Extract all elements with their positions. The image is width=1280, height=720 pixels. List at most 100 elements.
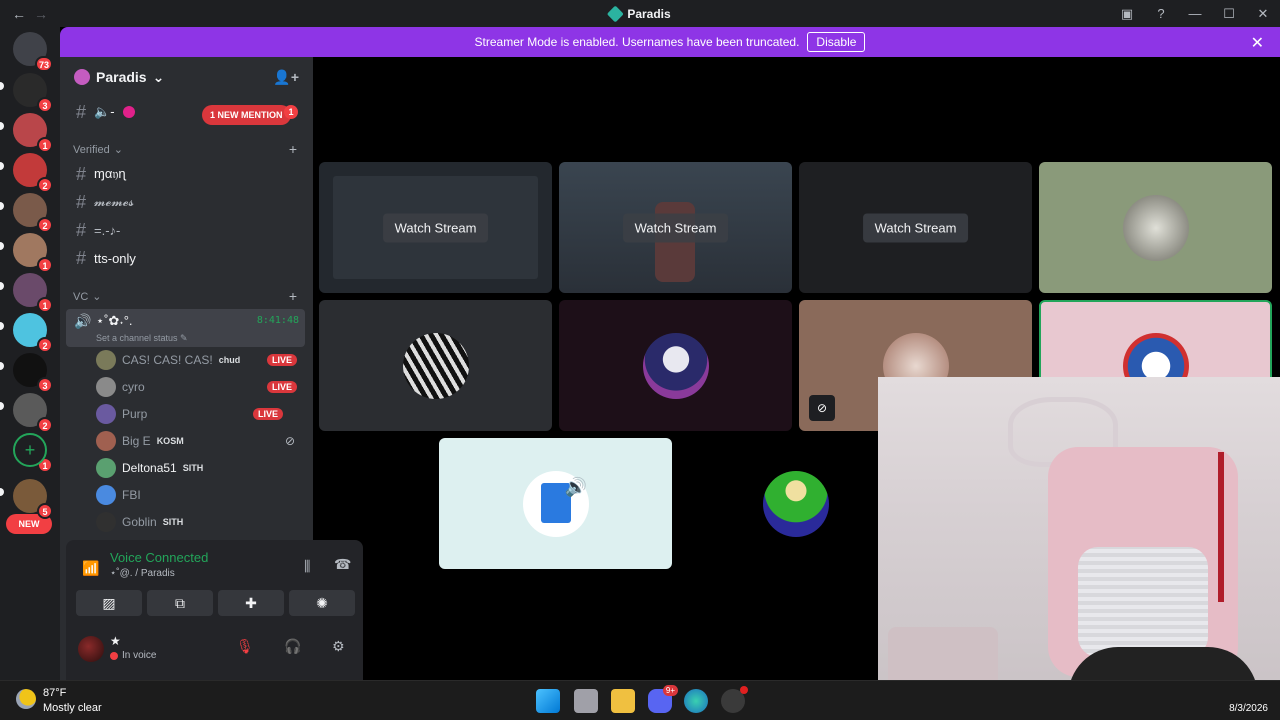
voice-member[interactable]: Purp LIVE <box>96 403 305 425</box>
emoji-icon <box>122 106 135 118</box>
avatar[interactable] <box>78 636 104 662</box>
streamer-mode-banner: Streamer Mode is enabled. Usernames have… <box>60 27 1280 57</box>
voice-member[interactable]: Goblin SITH <box>96 511 305 533</box>
invite-people-icon[interactable]: 👤+ <box>273 69 299 86</box>
voice-member[interactable]: CAS! CAS! CAS! chud LIVE <box>96 349 305 371</box>
channel-verified-2[interactable]: # 𝓶𝓮𝓶𝓮𝓼 <box>68 189 305 215</box>
soundboard-icon[interactable]: ✺ <box>289 590 355 616</box>
maximize-icon[interactable]: ☐ <box>1212 6 1246 22</box>
server-icon-12[interactable]: 5 <box>13 479 53 519</box>
wall-strip <box>1218 452 1224 602</box>
edge-browser-icon[interactable] <box>684 689 708 713</box>
unread-pill <box>0 162 4 170</box>
avatar <box>96 431 116 451</box>
channel-verified-1[interactable]: # ɱα𝔶ɳ <box>68 161 305 187</box>
channel-status[interactable]: Set a channel status ✎ <box>96 333 188 344</box>
voice-member[interactable]: Deltona51 SITH <box>96 457 305 479</box>
live-badge[interactable]: LIVE <box>266 354 297 366</box>
app-icon[interactable] <box>721 686 748 713</box>
voice-channel[interactable]: 🔊 ⋆˚✿˖°. 8:41:48 Set a channel status ✎ <box>66 309 305 347</box>
screen-share-icon[interactable]: ⧉ <box>147 590 213 616</box>
voice-member[interactable]: Big E KOSM ⊘ <box>96 430 305 452</box>
disconnect-icon[interactable]: ☎ <box>334 556 351 573</box>
help-icon[interactable]: ? <box>1144 6 1178 21</box>
live-badge[interactable]: LIVE <box>266 381 297 393</box>
close-icon[interactable]: ✕ <box>1246 6 1280 22</box>
server-icon-1[interactable]: 73 <box>13 32 53 72</box>
watch-stream-button[interactable]: Watch Stream <box>622 213 729 242</box>
unread-pill <box>0 202 4 210</box>
add-channel-icon[interactable]: + <box>289 141 297 157</box>
voice-member[interactable]: cyro LIVE <box>96 376 305 398</box>
participant-tile[interactable] <box>1039 162 1272 293</box>
user-name: ★ <box>110 634 121 648</box>
weather-icon[interactable] <box>16 689 36 709</box>
watch-stream-button[interactable]: Watch Stream <box>862 213 969 242</box>
muted-icon: ⊘ <box>284 434 295 448</box>
server-icon-3[interactable]: 1 <box>13 113 53 153</box>
avatar: 🔊 <box>522 470 589 537</box>
voice-location: ⋆˚@. / Paradis <box>110 568 175 579</box>
hash-icon: # <box>76 219 87 240</box>
chair-mesh <box>1078 547 1208 657</box>
member-tag: chud <box>218 355 241 365</box>
weather-temp[interactable]: 87°F <box>43 687 66 699</box>
forward-button[interactable]: → <box>34 6 48 22</box>
member-name: FBI <box>122 488 141 502</box>
headphones-icon[interactable]: 🎧 <box>284 638 301 655</box>
server-header[interactable]: Paradis ⌄ 👤+ <box>60 57 313 97</box>
clock-date[interactable]: 8/3/2026 <box>1229 703 1268 714</box>
add-server-icon[interactable]: + <box>13 433 47 467</box>
category-vc[interactable]: VC ⌄ <box>73 290 102 304</box>
mic-muted-icon[interactable]: 🎙 <box>236 638 254 655</box>
mention-badge: 1 <box>37 257 53 273</box>
new-mention-pill[interactable]: 1 NEW MENTION <box>202 105 291 125</box>
activities-icon[interactable]: ✚ <box>218 590 284 616</box>
muted-icon: ⊘ <box>809 395 835 421</box>
start-button[interactable] <box>536 689 560 713</box>
minimize-icon[interactable]: — <box>1178 6 1212 21</box>
stream-tile-2[interactable]: Watch Stream <box>559 162 792 293</box>
avatar <box>96 458 116 478</box>
stream-tile-3[interactable]: Watch Stream <box>799 162 1032 293</box>
voice-connected-label[interactable]: Voice Connected <box>110 550 208 565</box>
category-verified[interactable]: Verified ⌄ <box>73 143 123 157</box>
channel-verified-3[interactable]: # =.-♪- <box>68 217 305 243</box>
member-name: cyro <box>122 380 145 394</box>
participant-tile[interactable] <box>559 300 792 431</box>
noise-suppression-icon[interactable]: ⫼ <box>304 558 310 575</box>
back-button[interactable]: ← <box>12 6 26 22</box>
signal-icon[interactable]: 📶 <box>82 560 99 577</box>
watch-stream-button[interactable]: Watch Stream <box>382 213 489 242</box>
avatar <box>96 377 116 397</box>
webcam-feed[interactable] <box>878 377 1280 705</box>
unread-pill <box>0 282 4 290</box>
server-icon-5[interactable]: 2 <box>13 193 53 233</box>
server-icon-2[interactable]: 3 <box>13 73 53 113</box>
file-explorer-icon[interactable] <box>611 689 635 713</box>
participant-tile[interactable] <box>319 300 552 431</box>
server-icon-8[interactable]: 2 <box>13 313 53 353</box>
settings-gear-icon[interactable]: ⚙ <box>332 638 345 655</box>
disable-button[interactable]: Disable <box>807 32 866 52</box>
participant-tile[interactable]: 🔊 <box>439 438 672 569</box>
stream-tile-1[interactable]: Watch Stream <box>319 162 552 293</box>
inbox-icon[interactable]: ▣ <box>1110 6 1144 22</box>
voice-member[interactable]: FBI <box>96 484 305 506</box>
banner-close-icon[interactable]: ✕ <box>1251 33 1264 53</box>
channel-tts-only[interactable]: # tts-only <box>68 245 305 271</box>
server-icon-10[interactable]: 2 <box>13 393 53 433</box>
video-off-icon[interactable]: ▨ <box>76 590 142 616</box>
server-icon-7[interactable]: 1 <box>13 273 53 313</box>
taskbar: 87°F Mostly clear 9+ 8/3/2026 <box>0 680 1280 720</box>
discord-icon[interactable]: 9+ <box>648 685 678 713</box>
weather-condition[interactable]: Mostly clear <box>43 702 102 714</box>
server-icon-4[interactable]: 2 <box>13 153 53 193</box>
avatar <box>96 512 116 532</box>
add-voice-channel-icon[interactable]: + <box>289 288 297 304</box>
live-badge[interactable]: LIVE <box>252 408 283 420</box>
server-icon-6[interactable]: 1 <box>13 233 53 273</box>
unread-pill <box>0 488 4 496</box>
server-icon-9[interactable]: 3 <box>13 353 53 393</box>
task-view-icon[interactable] <box>574 689 598 713</box>
